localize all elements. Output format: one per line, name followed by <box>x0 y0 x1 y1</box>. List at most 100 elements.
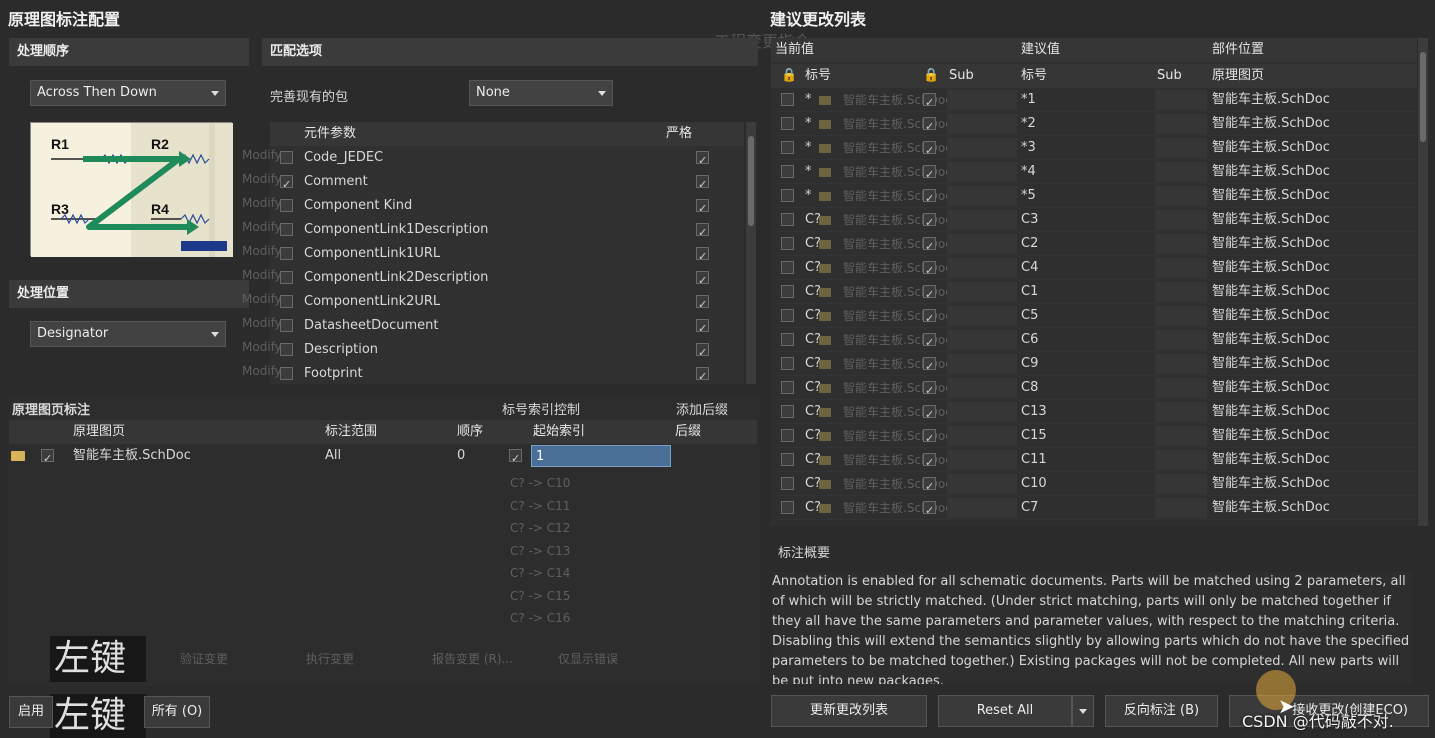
strict-checkbox[interactable] <box>696 197 709 221</box>
update-changes-button[interactable]: 更新更改列表 <box>771 695 927 727</box>
change-row[interactable]: C?智能车主板.SchDocC10智能车主板.SchDoc <box>771 472 1417 499</box>
change-lock-checkbox[interactable] <box>781 261 794 274</box>
strict-checkbox[interactable] <box>696 221 709 245</box>
change-lock-checkbox[interactable] <box>781 501 794 514</box>
strict-checkbox[interactable] <box>696 245 709 269</box>
sub-lock-checkbox[interactable] <box>923 115 936 139</box>
param-row[interactable]: Footprint <box>270 362 744 384</box>
sub-lock-checkbox[interactable] <box>923 379 936 403</box>
enable-button[interactable]: 启用 <box>9 696 53 728</box>
proposed-designator[interactable]: *2 <box>1021 112 1036 136</box>
proposed-designator[interactable]: C2 <box>1021 232 1038 256</box>
change-row[interactable]: C?智能车主板.SchDocC4智能车主板.SchDoc <box>771 256 1417 283</box>
strict-checkbox[interactable] <box>696 149 709 173</box>
strict-checkbox[interactable] <box>696 341 709 365</box>
param-row[interactable]: ComponentLink2Description <box>270 266 744 293</box>
sub-lock-checkbox[interactable] <box>923 283 936 307</box>
proposed-designator[interactable]: C10 <box>1021 472 1047 496</box>
param-row[interactable]: Comment <box>270 170 744 197</box>
change-lock-checkbox[interactable] <box>781 165 794 178</box>
proposed-designator[interactable]: *1 <box>1021 88 1036 112</box>
param-row[interactable]: Code_JEDEC <box>270 146 744 173</box>
sheet-row[interactable]: 智能车主板.SchDoc All 0 1 <box>9 444 757 471</box>
param-checkbox[interactable] <box>280 295 293 308</box>
proposed-designator[interactable]: *5 <box>1021 184 1036 208</box>
change-lock-checkbox[interactable] <box>781 357 794 370</box>
proposed-designator[interactable]: C4 <box>1021 256 1038 280</box>
change-row[interactable]: C?智能车主板.SchDocC1智能车主板.SchDoc <box>771 280 1417 307</box>
change-lock-checkbox[interactable] <box>781 141 794 154</box>
change-row[interactable]: C?智能车主板.SchDocC8智能车主板.SchDoc <box>771 376 1417 403</box>
param-checkbox[interactable] <box>280 367 293 380</box>
param-row[interactable]: Description <box>270 338 744 365</box>
param-row[interactable]: Component Kind <box>270 194 744 221</box>
sub-lock-checkbox[interactable] <box>923 163 936 187</box>
param-row[interactable]: ComponentLink1Description <box>270 218 744 245</box>
start-index-input[interactable]: 1 <box>531 445 671 467</box>
strict-checkbox[interactable] <box>696 365 709 384</box>
change-lock-checkbox[interactable] <box>781 213 794 226</box>
change-lock-checkbox[interactable] <box>781 333 794 346</box>
sheet-enable-checkbox[interactable] <box>41 447 54 471</box>
back-annotate-button[interactable]: 反向标注 (B) <box>1105 695 1218 727</box>
sub-lock-checkbox[interactable] <box>923 499 936 523</box>
change-lock-checkbox[interactable] <box>781 405 794 418</box>
param-row[interactable]: DatasheetDocument <box>270 314 744 341</box>
change-lock-checkbox[interactable] <box>781 93 794 106</box>
complete-packages-dropdown[interactable]: None <box>469 80 613 106</box>
change-row[interactable]: C?智能车主板.SchDocC3智能车主板.SchDoc <box>771 208 1417 235</box>
change-row[interactable]: C?智能车主板.SchDocC11智能车主板.SchDoc <box>771 448 1417 475</box>
start-index-checkbox[interactable] <box>509 447 522 471</box>
param-row[interactable]: ComponentLink2URL <box>270 290 744 317</box>
proposed-designator[interactable]: *3 <box>1021 136 1036 160</box>
change-lock-checkbox[interactable] <box>781 381 794 394</box>
change-lock-checkbox[interactable] <box>781 189 794 202</box>
change-row[interactable]: *智能车主板.SchDoc*3智能车主板.SchDoc <box>771 136 1417 163</box>
change-row[interactable]: C?智能车主板.SchDocC6智能车主板.SchDoc <box>771 328 1417 355</box>
sub-lock-checkbox[interactable] <box>923 331 936 355</box>
proposed-designator[interactable]: C1 <box>1021 280 1038 304</box>
strict-checkbox[interactable] <box>696 269 709 293</box>
sub-lock-checkbox[interactable] <box>923 355 936 379</box>
params-scrollbar[interactable] <box>746 122 756 384</box>
changes-scrollbar[interactable] <box>1418 38 1428 526</box>
proposed-designator[interactable]: *4 <box>1021 160 1036 184</box>
change-row[interactable]: *智能车主板.SchDoc*5智能车主板.SchDoc <box>771 184 1417 211</box>
sub-lock-checkbox[interactable] <box>923 427 936 451</box>
param-checkbox[interactable] <box>280 271 293 284</box>
param-checkbox[interactable] <box>280 151 293 164</box>
strict-checkbox[interactable] <box>696 173 709 197</box>
param-checkbox[interactable] <box>280 199 293 212</box>
sub-lock-checkbox[interactable] <box>923 259 936 283</box>
param-checkbox[interactable] <box>280 319 293 332</box>
change-lock-checkbox[interactable] <box>781 429 794 442</box>
change-row[interactable]: C?智能车主板.SchDocC9智能车主板.SchDoc <box>771 352 1417 379</box>
proposed-designator[interactable]: C9 <box>1021 352 1038 376</box>
change-row[interactable]: *智能车主板.SchDoc*1智能车主板.SchDoc <box>771 88 1417 115</box>
change-row[interactable]: *智能车主板.SchDoc*4智能车主板.SchDoc <box>771 160 1417 187</box>
strict-checkbox[interactable] <box>696 293 709 317</box>
sub-lock-checkbox[interactable] <box>923 235 936 259</box>
reset-all-button[interactable]: Reset All <box>938 695 1072 727</box>
proposed-designator[interactable]: C11 <box>1021 448 1047 472</box>
proposed-designator[interactable]: C5 <box>1021 304 1038 328</box>
processing-order-dropdown[interactable]: Across Then Down <box>30 80 226 106</box>
sub-lock-checkbox[interactable] <box>923 187 936 211</box>
param-row[interactable]: ComponentLink1URL <box>270 242 744 269</box>
proposed-designator[interactable]: C3 <box>1021 208 1038 232</box>
sub-lock-checkbox[interactable] <box>923 139 936 163</box>
proposed-designator[interactable]: C13 <box>1021 400 1047 424</box>
processing-location-dropdown[interactable]: Designator <box>30 321 226 347</box>
param-checkbox[interactable] <box>280 173 293 197</box>
change-row[interactable]: C?智能车主板.SchDocC13智能车主板.SchDoc <box>771 400 1417 427</box>
change-row[interactable]: C?智能车主板.SchDocC15智能车主板.SchDoc <box>771 424 1417 451</box>
all-button[interactable]: 所有 (O) <box>144 696 210 728</box>
proposed-designator[interactable]: C6 <box>1021 328 1038 352</box>
change-lock-checkbox[interactable] <box>781 117 794 130</box>
change-row[interactable]: C?智能车主板.SchDocC7智能车主板.SchDoc <box>771 496 1417 523</box>
sheet-order[interactable]: 0 <box>457 444 465 468</box>
proposed-designator[interactable]: C8 <box>1021 376 1038 400</box>
change-row[interactable]: C?智能车主板.SchDocC5智能车主板.SchDoc <box>771 304 1417 331</box>
strict-checkbox[interactable] <box>696 317 709 341</box>
sub-lock-checkbox[interactable] <box>923 91 936 115</box>
